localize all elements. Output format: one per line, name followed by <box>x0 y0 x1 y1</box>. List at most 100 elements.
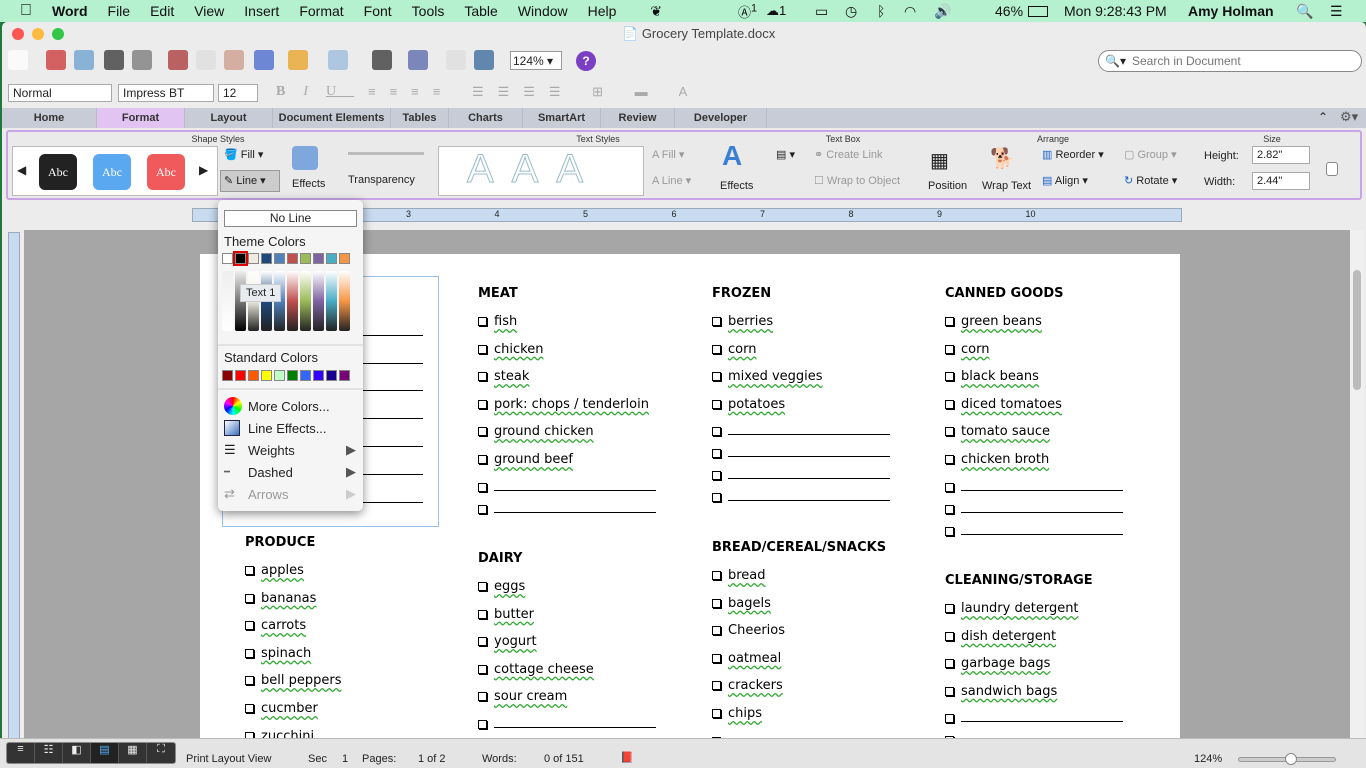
blank-item[interactable] <box>712 468 890 490</box>
checkbox-icon[interactable] <box>712 344 721 354</box>
checkbox-icon[interactable] <box>245 703 254 713</box>
list-item[interactable]: corn <box>945 342 1123 370</box>
checkbox-icon[interactable] <box>945 504 954 514</box>
list-item[interactable]: chips <box>712 706 890 734</box>
list-item[interactable]: black beans <box>945 369 1123 397</box>
checkbox-icon[interactable] <box>945 659 954 669</box>
tab-format[interactable]: Format <box>97 108 185 128</box>
width-input[interactable]: 2.44" <box>1252 172 1310 190</box>
list-item[interactable]: spinach <box>245 646 341 674</box>
font-size-select[interactable]: 12 <box>218 84 258 102</box>
checkbox-icon[interactable] <box>945 686 954 696</box>
print-layout-view-button[interactable]: ▤ <box>91 743 119 763</box>
list-item[interactable]: tomato sauce <box>945 424 1123 452</box>
search-input[interactable] <box>1131 54 1332 68</box>
shape-style-red[interactable]: Abc <box>147 154 185 190</box>
list-item[interactable]: Cheerios <box>712 623 890 651</box>
blank-item[interactable] <box>945 502 1123 524</box>
time-machine-icon[interactable]: ◷ <box>845 3 857 20</box>
list-item[interactable]: apples <box>245 563 341 591</box>
menu-insert[interactable]: Insert <box>244 3 279 19</box>
checkbox-icon[interactable] <box>712 708 721 718</box>
theme-color-swatch[interactable] <box>274 253 285 264</box>
shape-effects-icon[interactable] <box>292 146 318 170</box>
standard-color-swatch[interactable] <box>274 370 285 381</box>
script-icon[interactable]: ❦ <box>650 3 662 20</box>
standard-color-swatch[interactable] <box>235 370 246 381</box>
standard-color-swatch[interactable] <box>248 370 259 381</box>
open-icon[interactable] <box>74 50 94 70</box>
standard-color-swatch[interactable] <box>300 370 311 381</box>
list-item[interactable]: diced tomatoes <box>945 397 1123 425</box>
help-icon[interactable]: ? <box>576 51 596 71</box>
format-buttons[interactable]: BIU <box>276 84 354 100</box>
text-direction-button[interactable]: ▤ ▾ <box>776 148 795 161</box>
blank-item[interactable] <box>478 717 656 739</box>
standard-color-swatch[interactable] <box>313 370 324 381</box>
publishing-view-button[interactable]: ◧ <box>63 743 91 763</box>
checkbox-icon[interactable] <box>478 582 487 591</box>
words-value[interactable]: 0 of 151 <box>544 753 584 765</box>
creative-cloud-icon[interactable]: ☁1 <box>766 3 806 19</box>
blank-item[interactable] <box>478 480 656 502</box>
tab-home[interactable]: Home <box>2 108 97 128</box>
theme-shade-column[interactable] <box>287 271 298 331</box>
list-item[interactable]: chicken broth <box>945 452 1123 480</box>
checkbox-icon[interactable] <box>712 681 721 691</box>
list-item[interactable]: oatmeal <box>712 651 890 679</box>
checkbox-icon[interactable] <box>478 344 487 354</box>
checkbox-icon[interactable] <box>245 593 254 603</box>
gallery-prev-icon[interactable]: ◀ <box>17 163 26 177</box>
checkbox-icon[interactable] <box>945 482 954 492</box>
list-item[interactable]: potatoes <box>712 397 890 425</box>
blank-item[interactable] <box>945 711 1123 733</box>
menu-window[interactable]: Window <box>518 3 568 19</box>
cut-icon[interactable] <box>168 50 188 70</box>
font-select[interactable]: Impress BT <box>118 84 214 102</box>
checkbox-icon[interactable] <box>478 317 487 326</box>
checkbox-icon[interactable] <box>712 317 721 326</box>
standard-color-swatch[interactable] <box>261 370 272 381</box>
format-painter-icon[interactable] <box>254 50 274 70</box>
checkbox-icon[interactable] <box>945 714 954 724</box>
list-item[interactable]: green beans <box>945 314 1123 342</box>
blank-item[interactable] <box>712 490 890 512</box>
view-icon[interactable] <box>446 50 466 70</box>
checkbox-icon[interactable] <box>478 609 487 619</box>
checkbox-icon[interactable] <box>478 427 487 437</box>
checkbox-icon[interactable] <box>712 571 721 580</box>
checkbox-icon[interactable] <box>245 676 254 686</box>
theme-color-swatch[interactable] <box>248 253 259 264</box>
menu-font[interactable]: Font <box>364 3 392 19</box>
shape-style-blue[interactable]: Abc <box>93 154 131 190</box>
show-formatting-icon[interactable] <box>372 50 392 70</box>
airplay-icon[interactable]: ▭ <box>815 3 828 20</box>
theme-color-swatch[interactable] <box>300 253 311 264</box>
checkbox-icon[interactable] <box>712 653 721 663</box>
menu-help[interactable]: Help <box>588 3 617 19</box>
theme-color-swatch[interactable] <box>261 253 272 264</box>
checkbox-icon[interactable] <box>712 399 721 409</box>
more-colors-item[interactable]: More Colors... <box>224 396 356 416</box>
text-styles-gallery[interactable]: AAA <box>438 146 644 196</box>
wrap-to-object-checkbox[interactable]: ☐ Wrap to Object <box>814 174 900 187</box>
checkbox-icon[interactable] <box>245 621 254 631</box>
dashed-item[interactable]: ┅ Dashed ▶ <box>224 462 356 482</box>
media-browser-icon[interactable] <box>474 50 494 70</box>
checkbox-icon[interactable] <box>478 399 487 409</box>
bluetooth-icon[interactable]: ᛒ <box>877 3 885 19</box>
menu-file[interactable]: File <box>108 3 131 19</box>
height-input[interactable]: 2.82" <box>1252 146 1310 164</box>
clock[interactable]: Mon 9:28:43 PM <box>1064 3 1167 19</box>
battery-icon[interactable] <box>1028 6 1048 17</box>
list-item[interactable]: ground beef <box>478 452 656 480</box>
sidebar-icon[interactable] <box>408 50 428 70</box>
checkbox-icon[interactable] <box>245 566 254 575</box>
checkbox-icon[interactable] <box>945 526 954 536</box>
close-button[interactable] <box>12 28 24 40</box>
list-item[interactable]: bell peppers <box>245 673 341 701</box>
shape-fill-button[interactable]: 🪣 Fill ▾ <box>224 148 263 161</box>
checkbox-icon[interactable] <box>245 648 254 658</box>
gallery-icon[interactable] <box>46 50 66 70</box>
theme-shade-column[interactable] <box>313 271 324 331</box>
